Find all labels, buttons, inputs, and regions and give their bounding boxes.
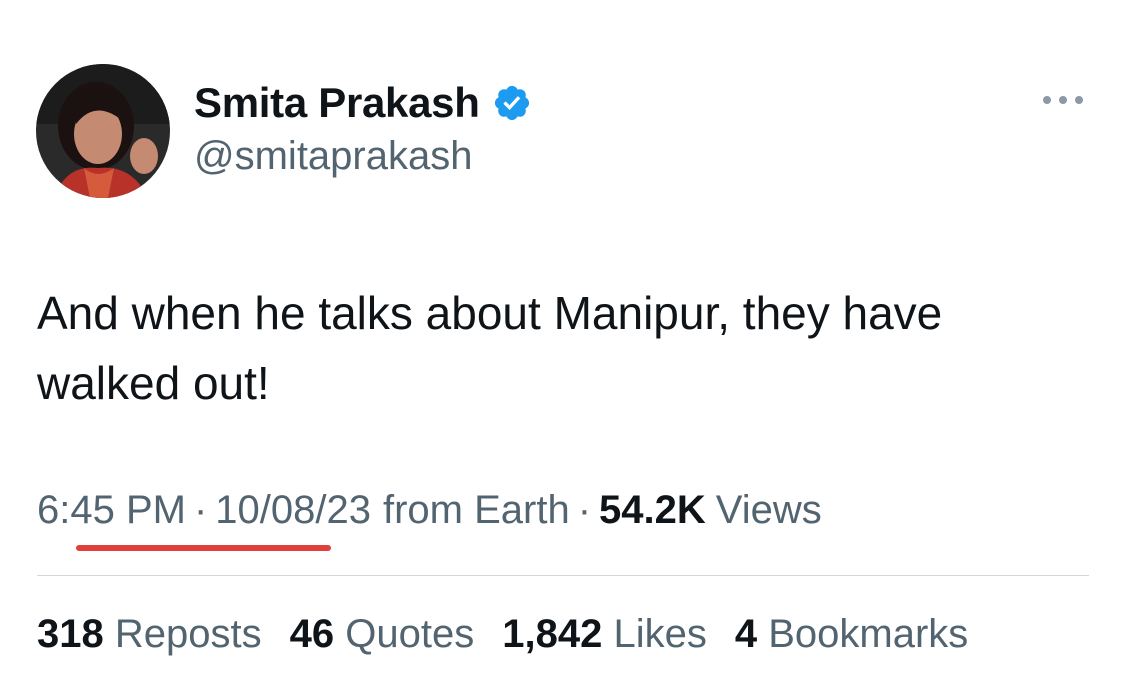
engagement-stats: 318 Reposts 46 Quotes 1,842 Likes 4 Book… (37, 612, 968, 657)
views-label: Views (715, 488, 822, 532)
author-name[interactable]: Smita Prakash (194, 79, 480, 127)
views-count: 54.2K (599, 488, 706, 532)
tweet-date[interactable]: 10/08/23 (215, 488, 371, 533)
tweet-card: Smita Prakash @smitaprakash And when he … (0, 0, 1125, 691)
bookmarks-count: 4 (734, 612, 758, 656)
bookmarks-stat[interactable]: 4 Bookmarks (735, 612, 968, 657)
quotes-count: 46 (289, 612, 335, 656)
quotes-label: Quotes (345, 612, 475, 656)
quotes-stat[interactable]: 46 Quotes (290, 612, 475, 657)
reposts-count: 318 (37, 612, 104, 656)
tweet-meta: 6:45 PM · 10/08/23 from Earth · 54.2K Vi… (37, 488, 822, 533)
reposts-label: Reposts (114, 612, 262, 656)
likes-count: 1,842 (502, 612, 603, 656)
red-underline-annotation (76, 545, 331, 551)
likes-label: Likes (613, 612, 707, 656)
meta-separator: · (577, 488, 592, 532)
tweet-source: from Earth (383, 488, 570, 532)
reposts-stat[interactable]: 318 Reposts (37, 612, 262, 657)
bookmarks-label: Bookmarks (768, 612, 969, 656)
tweet-time[interactable]: 6:45 PM (37, 488, 186, 533)
avatar[interactable] (36, 64, 170, 198)
author-handle[interactable]: @smitaprakash (194, 134, 472, 179)
divider (37, 575, 1089, 576)
more-horizontal-icon[interactable] (1038, 90, 1088, 110)
tweet-text: And when he talks about Manipur, they ha… (37, 287, 943, 409)
author-row: Smita Prakash (194, 78, 532, 128)
likes-stat[interactable]: 1,842 Likes (502, 612, 707, 657)
profile-photo-icon (36, 64, 170, 198)
verified-badge-icon (494, 85, 529, 121)
meta-separator: · (193, 488, 208, 532)
